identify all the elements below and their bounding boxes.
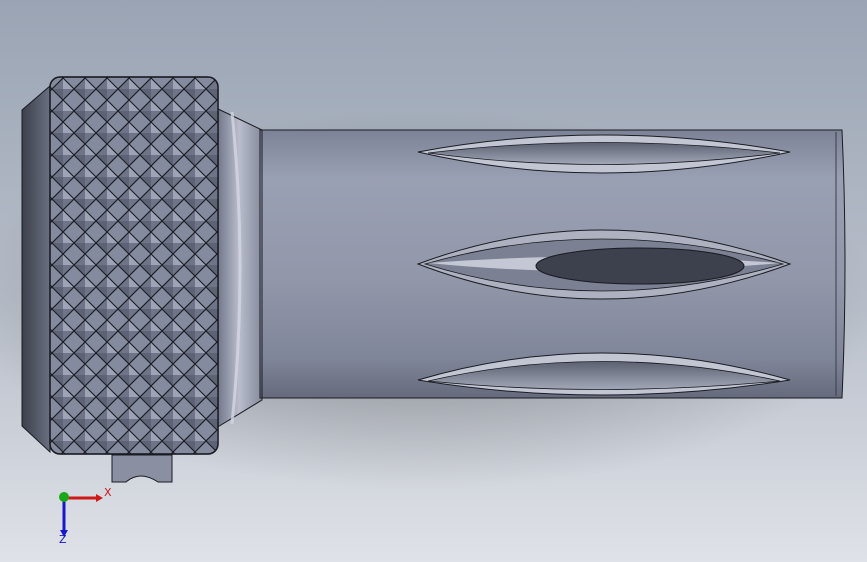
cad-graphics-area[interactable]: X Z xyxy=(0,0,867,562)
through-hole xyxy=(535,247,745,285)
end-chamfer[interactable] xyxy=(21,84,51,454)
model-view[interactable]: X Z xyxy=(0,0,867,562)
knurled-grip[interactable] xyxy=(49,76,219,455)
x-axis-label: X xyxy=(104,486,112,499)
z-axis-label: Z xyxy=(59,533,67,546)
